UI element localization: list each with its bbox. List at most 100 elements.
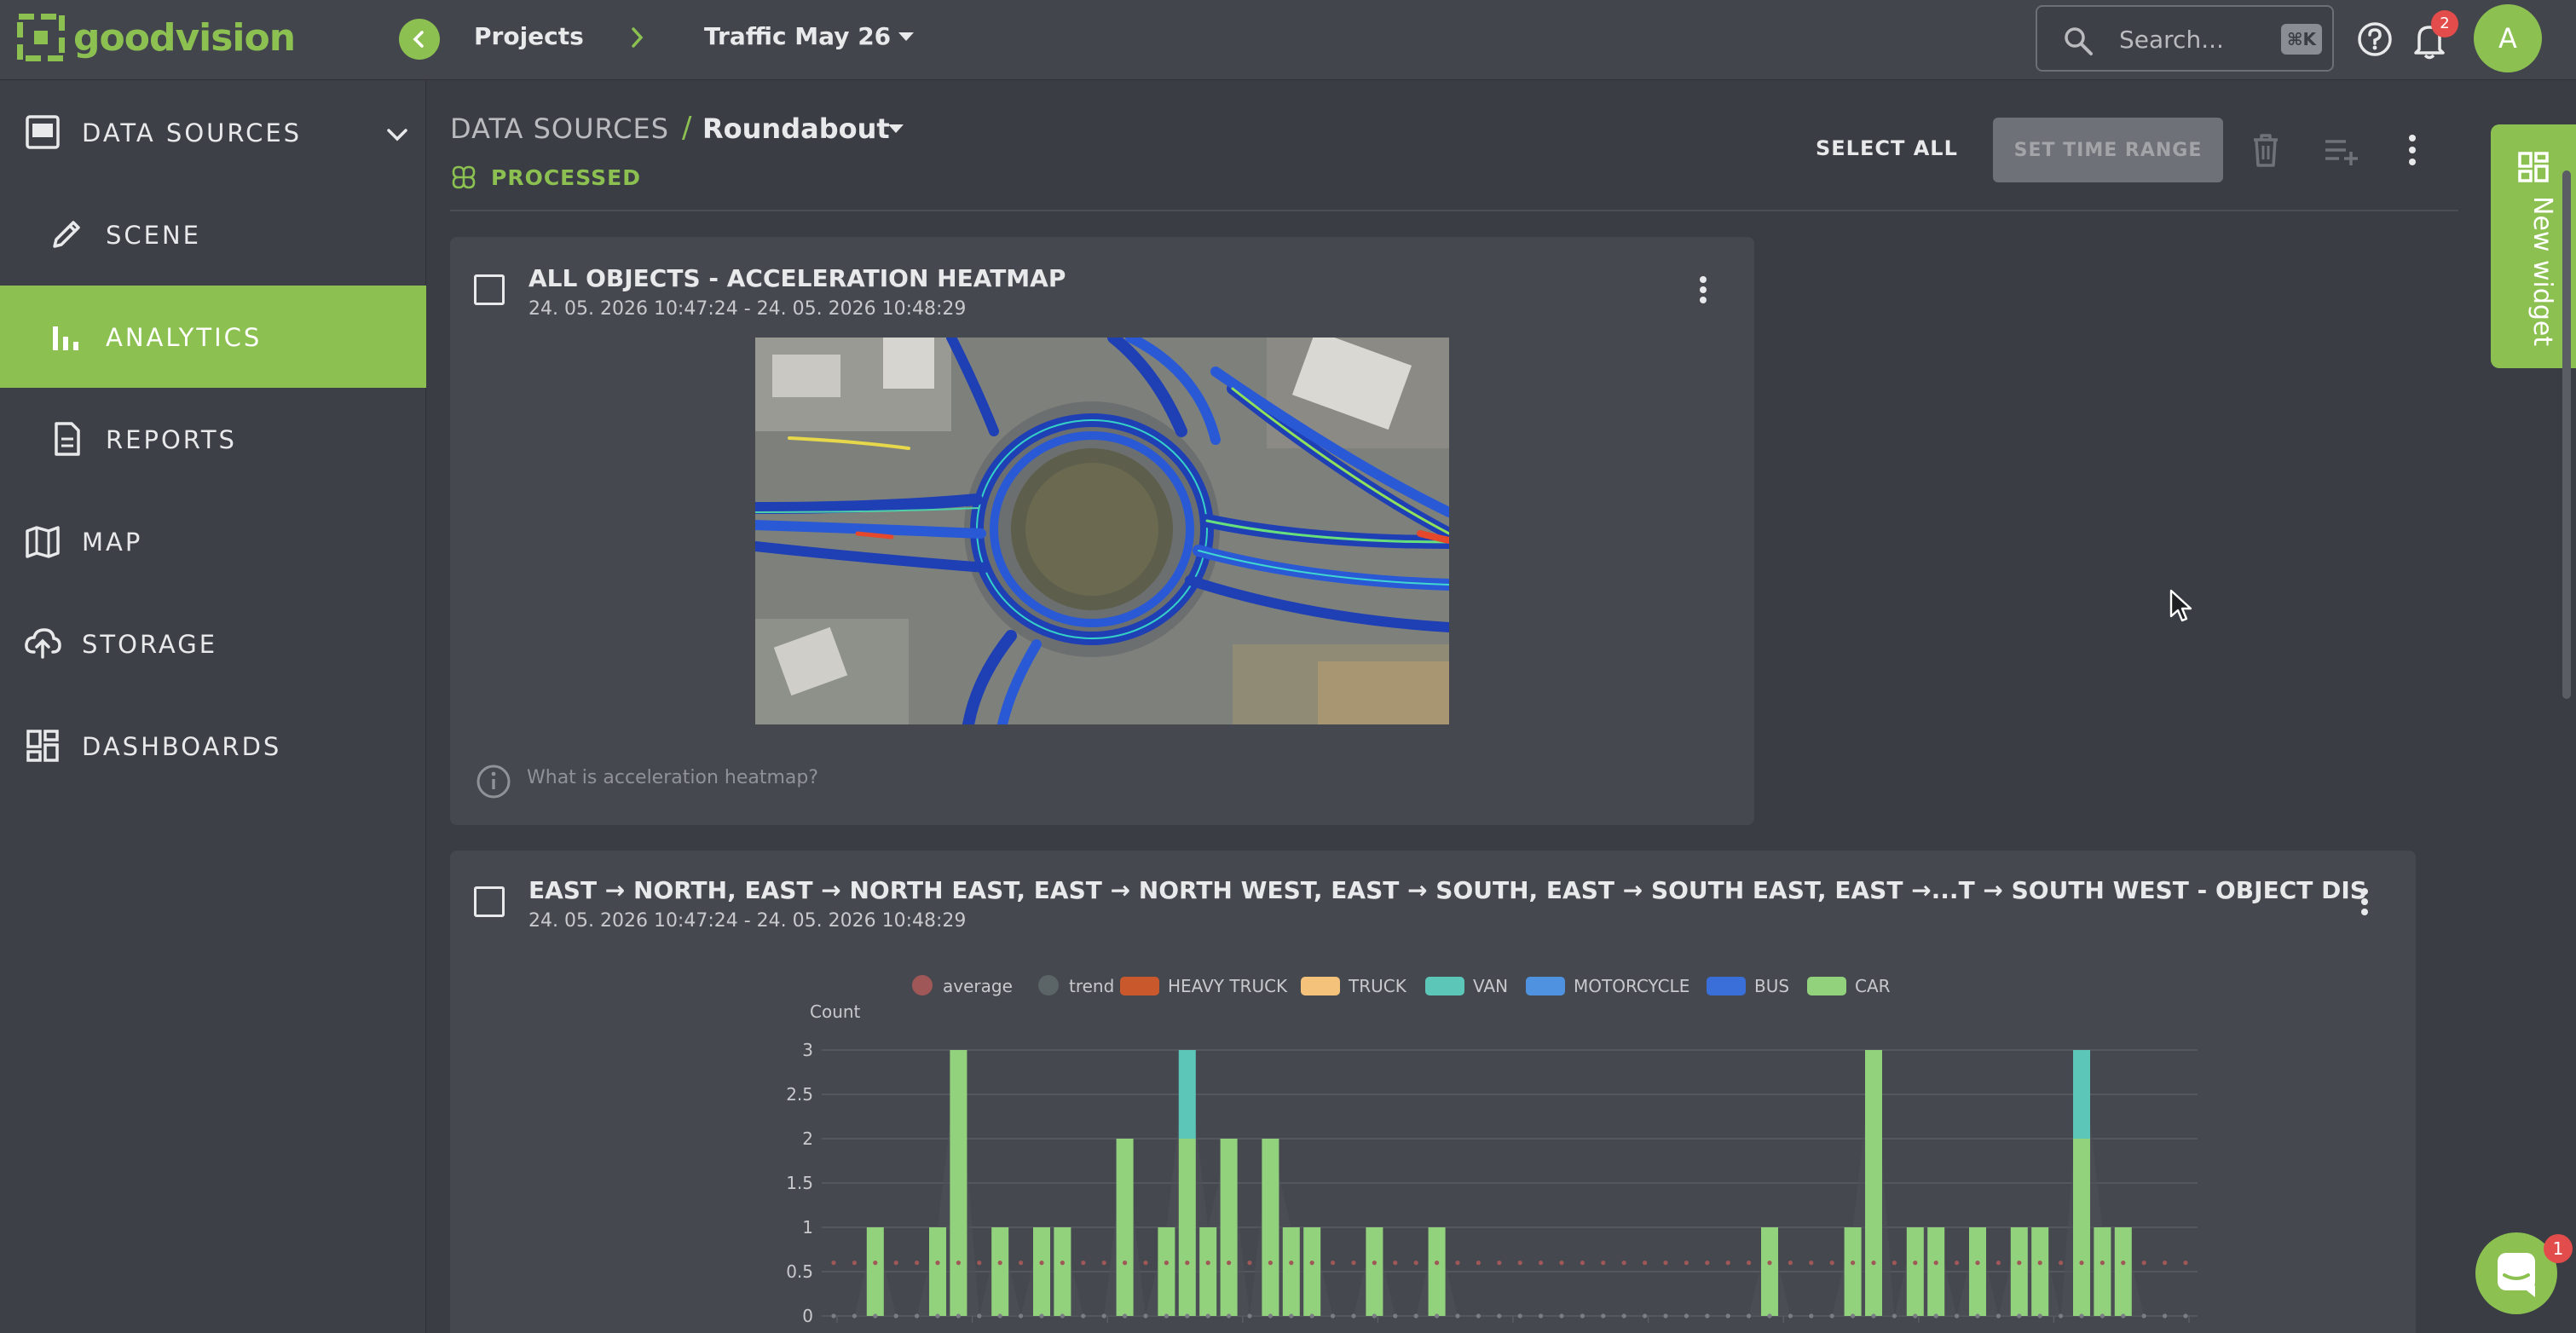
user-avatar[interactable]: A bbox=[2474, 4, 2542, 72]
average-point bbox=[977, 1261, 982, 1266]
more-vertical-icon[interactable] bbox=[1695, 273, 1712, 307]
average-point bbox=[1788, 1261, 1793, 1266]
bar-segment-car bbox=[1054, 1227, 1071, 1316]
average-point bbox=[893, 1261, 898, 1266]
caret-down-icon[interactable] bbox=[897, 31, 915, 43]
help-icon[interactable] bbox=[2356, 20, 2394, 58]
trend-point bbox=[1455, 1313, 1460, 1319]
heatmap-widget: ALL OBJECTS - ACCELERATION HEATMAP 24. 0… bbox=[450, 237, 1754, 825]
legend-label-average: average bbox=[943, 976, 1013, 996]
trend-point bbox=[1955, 1313, 1960, 1319]
sidebar-item-map[interactable]: MAP bbox=[0, 490, 426, 592]
dashboard-icon bbox=[2518, 152, 2549, 182]
average-point bbox=[1955, 1261, 1960, 1266]
average-point bbox=[1705, 1261, 1710, 1266]
trend-point bbox=[2099, 1313, 2105, 1319]
trend-point bbox=[1913, 1313, 1918, 1319]
average-point bbox=[1829, 1261, 1834, 1266]
legend-label-trend: trend bbox=[1069, 976, 1114, 996]
sidebar-item-dashboards[interactable]: DASHBOARDS bbox=[0, 695, 426, 797]
average-point bbox=[997, 1261, 1002, 1266]
dashboard-icon bbox=[26, 730, 59, 762]
search-input[interactable] bbox=[2119, 22, 2273, 56]
average-point bbox=[1767, 1261, 1772, 1266]
sidebar-item-data-sources[interactable]: DATA SOURCES bbox=[0, 81, 426, 183]
average-point bbox=[2183, 1261, 2188, 1266]
cloud-upload-icon bbox=[25, 628, 61, 659]
trend-point bbox=[852, 1313, 857, 1319]
select-all-button[interactable]: SELECT ALL bbox=[1816, 136, 1958, 160]
widget-checkbox[interactable] bbox=[474, 274, 505, 305]
bar-segment-car bbox=[866, 1227, 884, 1316]
legend-swatch-average bbox=[912, 975, 933, 995]
sidebar-item-storage[interactable]: STORAGE bbox=[0, 592, 426, 695]
bar-segment-car bbox=[2114, 1227, 2132, 1316]
sidebar-item-label: REPORTS bbox=[106, 425, 237, 454]
caret-down-icon[interactable] bbox=[887, 123, 905, 135]
trend-point bbox=[1892, 1313, 1897, 1319]
average-point bbox=[1517, 1261, 1522, 1266]
average-point bbox=[1247, 1261, 1252, 1266]
page-scrollbar[interactable] bbox=[2562, 170, 2571, 699]
average-point bbox=[2037, 1261, 2042, 1266]
more-vertical-icon[interactable] bbox=[2402, 131, 2423, 169]
average-point bbox=[1913, 1261, 1918, 1266]
trend-point bbox=[956, 1313, 961, 1319]
breadcrumb-data-sources[interactable]: DATA SOURCES bbox=[450, 113, 669, 145]
sidebar: DATA SOURCES SCENE ANALYTICS REPORTS MAP… bbox=[0, 81, 426, 1333]
average-point bbox=[1455, 1261, 1460, 1266]
trend-point bbox=[1539, 1313, 1544, 1319]
average-point bbox=[1413, 1261, 1418, 1266]
logo-mark-icon bbox=[14, 11, 67, 64]
average-point bbox=[1643, 1261, 1648, 1266]
chevron-right-icon bbox=[632, 27, 644, 48]
average-point bbox=[1621, 1261, 1626, 1266]
search-box[interactable]: ⌘K bbox=[2036, 5, 2334, 72]
bar-segment-car bbox=[1927, 1227, 1945, 1316]
bar-segment-car bbox=[1366, 1227, 1383, 1316]
processed-status-icon bbox=[452, 165, 476, 189]
sidebar-item-label: DATA SOURCES bbox=[82, 118, 303, 147]
notification-count-badge: 2 bbox=[2431, 10, 2458, 38]
chevron-down-icon[interactable] bbox=[385, 127, 409, 142]
average-point bbox=[1684, 1261, 1689, 1266]
trend-point bbox=[1476, 1313, 1481, 1319]
bar-segment-car bbox=[1032, 1227, 1051, 1316]
average-point bbox=[1476, 1261, 1481, 1266]
add-to-list-icon[interactable] bbox=[2322, 131, 2361, 169]
bar-segment-car bbox=[1158, 1227, 1175, 1316]
legend-swatch-van bbox=[1425, 977, 1464, 995]
heatmap-info-link[interactable]: What is acceleration heatmap? bbox=[527, 767, 818, 788]
data-source-selector[interactable]: Roundabout bbox=[702, 113, 890, 145]
sidebar-item-analytics[interactable]: ANALYTICS bbox=[0, 286, 426, 388]
average-point bbox=[1996, 1261, 2001, 1266]
trend-point bbox=[2163, 1313, 2168, 1319]
average-point bbox=[2141, 1261, 2146, 1266]
average-point bbox=[1372, 1261, 1377, 1266]
trash-icon[interactable] bbox=[2250, 131, 2281, 169]
average-point bbox=[1331, 1261, 1336, 1266]
breadcrumb-projects[interactable]: Projects bbox=[474, 22, 584, 50]
trend-point bbox=[997, 1313, 1002, 1319]
info-icon bbox=[477, 765, 511, 799]
object-distribution-chart: Count00.511.522.5305/24/202610:47:2605/2… bbox=[786, 975, 2238, 1333]
data-sources-icon bbox=[26, 115, 60, 149]
average-point bbox=[1851, 1261, 1856, 1266]
trend-point bbox=[1372, 1313, 1377, 1319]
bar-segment-car bbox=[1864, 1050, 1883, 1316]
project-selector[interactable]: Traffic May 26 bbox=[704, 22, 891, 50]
legend-label-car: CAR bbox=[1855, 976, 1891, 996]
trend-point bbox=[873, 1313, 878, 1319]
trend-point bbox=[1809, 1313, 1814, 1319]
back-button[interactable] bbox=[399, 19, 440, 60]
trend-point bbox=[1101, 1313, 1106, 1319]
average-point bbox=[1871, 1261, 1876, 1266]
bar-segment-car bbox=[1220, 1139, 1238, 1316]
trend-point bbox=[1829, 1313, 1834, 1319]
sidebar-item-scene[interactable]: SCENE bbox=[0, 183, 426, 286]
sidebar-item-reports[interactable]: REPORTS bbox=[0, 388, 426, 490]
set-time-range-button[interactable]: SET TIME RANGE bbox=[1993, 118, 2223, 182]
average-point bbox=[1580, 1261, 1585, 1266]
goodvision-logo[interactable]: goodvision bbox=[14, 11, 296, 64]
top-bar: goodvision Projects Traffic May 26 ⌘K 2 … bbox=[0, 0, 2576, 80]
